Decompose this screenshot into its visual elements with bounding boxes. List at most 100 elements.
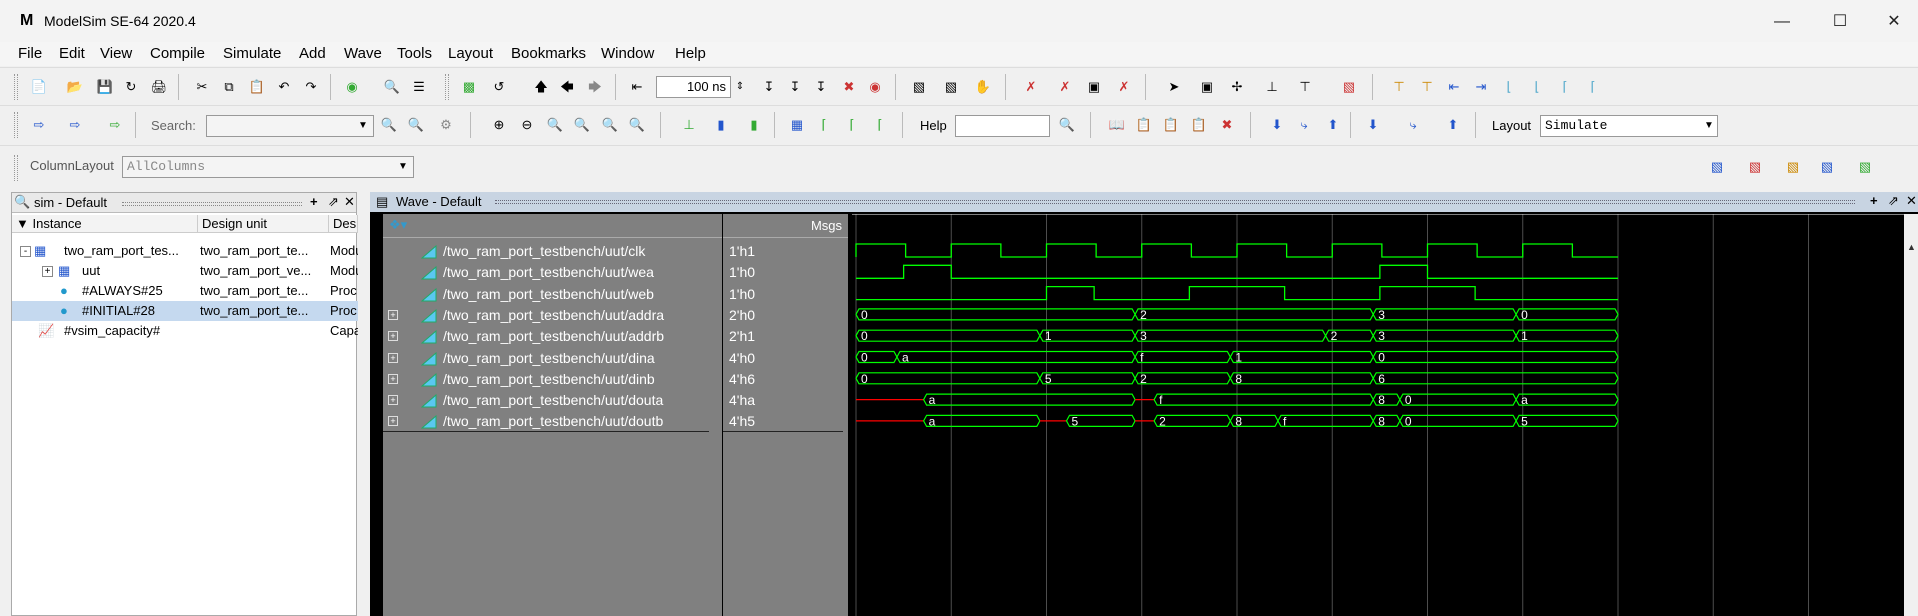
expand-bus-icon[interactable]: + [388,352,398,363]
forward-arrow-icon[interactable]: 🡆 [586,78,604,96]
expand-icon[interactable]: + [42,266,53,277]
zoom-between-cursors-icon[interactable]: 🔍 [601,116,619,134]
waveform-canvas[interactable]: 0 2 3 00 1 3 2 3 10 a f 1 00 5 2 8 6a f 8 0 aa 5 2 8 f 8 0 5▲ [852,214,1918,616]
bookmark-delete-icon[interactable]: ✖ [1218,116,1236,134]
new-file-icon[interactable]: 📄 [30,78,48,96]
zoom-out-icon[interactable]: ⊖ [518,116,536,134]
expand-bus-icon[interactable]: + [388,373,398,384]
layout-icon-4[interactable]: ▧ [1818,158,1836,176]
bookmark-goto-icon[interactable]: 📋 [1190,116,1208,134]
col-design-unit[interactable]: Design unit [198,215,329,233]
run-all-icon[interactable]: ↧ [812,78,830,96]
delete-wave-icon[interactable]: ✗ [1022,78,1040,96]
back-arrow-icon[interactable]: 🡄 [558,78,576,96]
next-rising-edge-icon[interactable]: ⌈ [1584,78,1602,96]
expand-bus-icon[interactable]: + [388,416,398,427]
next-falling-edge-icon[interactable]: ⌊ [1528,78,1546,96]
col-instance[interactable]: ▼ Instance [12,215,198,233]
menu-wave[interactable]: Wave [344,45,382,62]
help-input[interactable] [955,115,1050,137]
insert-cursor-icon[interactable]: ⊤ [1390,78,1408,96]
redo-icon[interactable]: ↷ [302,78,320,96]
menu-simulate[interactable]: Simulate [223,45,281,62]
instance-row-selected[interactable]: ● #INITIAL#28 two_ram_port_te... Proc [12,301,358,321]
cut-icon[interactable]: ✂ [193,78,211,96]
step-into-icon[interactable]: ⇨ [30,116,48,134]
wave-format-event-icon[interactable]: ▮ [745,116,763,134]
wave-panel-close-icon[interactable]: ✕ [1906,193,1917,209]
step-icon[interactable]: ⬇ [1268,116,1286,134]
sim-panel-close-icon[interactable]: ✕ [344,194,355,210]
zoom-last-icon[interactable]: 🔍 [628,116,646,134]
panel-drag-handle[interactable] [495,200,1855,204]
bookmark-list-icon[interactable]: 📋 [1135,116,1153,134]
search-dropdown-icon[interactable]: ▼ [354,116,372,136]
menu-compile[interactable]: Compile [150,45,205,62]
break-icon[interactable]: ✖ [840,78,858,96]
toolbar-grip[interactable] [445,74,449,100]
layout-icon-2[interactable]: ▧ [1746,158,1764,176]
bookmark-add-icon[interactable]: 📖 [1108,116,1126,134]
toolbar-grip[interactable] [14,112,18,138]
toolbar-grip[interactable] [14,155,18,181]
signal-row[interactable]: /two_ram_port_testbench/uut/web [383,284,722,305]
panel-drag-handle[interactable] [122,202,302,206]
prev-edge-icon[interactable]: ⇤ [1445,78,1463,96]
run-icon[interactable]: ↧ [760,78,778,96]
instance-row[interactable]: - ▦ two_ram_port_tes... two_ram_port_te.… [12,241,358,261]
wave-panel-add-icon[interactable]: + [1870,193,1878,208]
signal-row[interactable]: /two_ram_port_testbench/uut/clk [383,241,722,262]
step-into-dropdown-icon[interactable]: ⬇ [1364,116,1382,134]
step-out-dropdown-icon[interactable]: ⬆ [1444,116,1462,134]
step-out-icon[interactable]: ⇨ [106,116,124,134]
waveform-compare-icon[interactable]: ▧ [1340,78,1358,96]
menu-tools[interactable]: Tools [397,45,432,62]
wave-format-literal-icon[interactable]: ⊥ [680,116,698,134]
sim-panel-add-icon[interactable]: + [310,194,318,209]
search-prev-icon[interactable]: 🔍 [407,116,425,134]
list-icon[interactable]: ☰ [410,78,428,96]
column-layout-dropdown-icon[interactable]: ▼ [394,157,412,177]
ruler-icon[interactable]: ⊥ [1263,78,1281,96]
signal-row[interactable]: + /two_ram_port_testbench/uut/douta [383,390,722,411]
next-edge-icon[interactable]: ⇥ [1472,78,1490,96]
layout-dropdown-icon[interactable]: ▼ [1700,116,1718,136]
find-icon[interactable]: 🔍 [383,78,401,96]
step-over-dropdown-icon[interactable]: ⤷ [1404,116,1422,134]
analog-step-icon[interactable]: ▦ [788,116,806,134]
paste-icon[interactable]: 📋 [248,78,266,96]
delete-cursor-icon[interactable]: ⊤ [1418,78,1436,96]
signal-row[interactable]: + /two_ram_port_testbench/uut/addrb [383,326,722,347]
zoom-cursor-icon[interactable]: 🔍 [573,116,591,134]
maximize-button[interactable]: ☐ [1818,8,1862,36]
hand-icon[interactable]: ✋ [974,78,992,96]
signal-row[interactable]: + /two_ram_port_testbench/uut/doutb [383,411,722,432]
expand-bus-icon[interactable]: + [388,331,398,342]
signal-row[interactable]: + /two_ram_port_testbench/uut/addra [383,305,722,326]
menu-file[interactable]: File [18,45,42,62]
step-out-2-icon[interactable]: ⬆ [1324,116,1342,134]
help-search-icon[interactable]: 🔍 [1058,116,1076,134]
instance-row[interactable]: + ▦ uut two_ram_port_ve... Modu [12,261,358,281]
dataflow-icon[interactable]: ⊤ [1296,78,1314,96]
continue-icon[interactable]: ↧ [786,78,804,96]
simulate-icon[interactable]: ▩ [460,78,478,96]
open-folder-icon[interactable]: 📂 [66,78,84,96]
toolbar-grip[interactable] [14,74,18,100]
performance-icon[interactable]: ▧ [910,78,928,96]
signal-row[interactable]: /two_ram_port_testbench/uut/wea [383,262,722,283]
step-over-icon[interactable]: ⇨ [66,116,84,134]
clear-icon[interactable]: ✗ [1056,78,1074,96]
analog-interp-icon[interactable]: ⌈ [815,116,833,134]
layout-icon-1[interactable]: ▧ [1708,158,1726,176]
layout-icon-5[interactable]: ▧ [1856,158,1874,176]
zoom-box-icon[interactable]: ▣ [1198,78,1216,96]
wave-panel-undock-icon[interactable]: ⇗ [1888,193,1899,209]
menu-bookmarks[interactable]: Bookmarks [511,45,586,62]
spinner-icon[interactable]: ⇕ [731,78,749,96]
run-length-icon[interactable]: ⇤ [628,78,646,96]
menu-help[interactable]: Help [675,45,706,62]
column-layout-select[interactable]: AllColumns [122,156,414,178]
print-icon[interactable]: 🖨 [150,78,168,96]
copy-icon[interactable]: ⧉ [220,78,238,96]
